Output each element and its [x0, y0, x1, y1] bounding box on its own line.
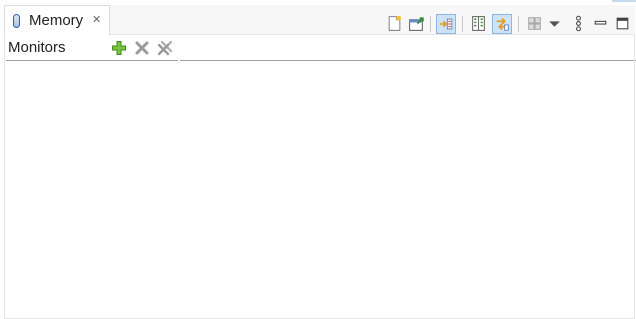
- renderings-pane-divider: [180, 60, 636, 61]
- toolbar-separator: [430, 16, 431, 32]
- view-border-left: [4, 35, 5, 319]
- view-menu-dropdown-icon[interactable]: [546, 15, 563, 32]
- pin-memory-icon[interactable]: [408, 15, 425, 32]
- monitors-pane-divider: [6, 60, 178, 61]
- tab-title: Memory: [29, 12, 84, 29]
- view-border-right: [634, 35, 635, 319]
- toolbar-separator: [518, 16, 519, 32]
- link-memory-panes-icon[interactable]: [436, 14, 456, 34]
- add-icon[interactable]: [111, 40, 127, 56]
- remove-all-icon[interactable]: [157, 40, 173, 56]
- memory-view: Memory ✕ Monitors: [0, 0, 636, 319]
- toggle-memory-monitors-icon[interactable]: [492, 14, 512, 34]
- maximize-icon[interactable]: [614, 15, 631, 32]
- monitors-label: Monitors: [8, 39, 66, 56]
- minimize-icon[interactable]: [592, 15, 609, 32]
- toggle-split-pane-icon[interactable]: [470, 15, 487, 32]
- more-options-icon[interactable]: [570, 15, 587, 32]
- memory-icon: [13, 14, 20, 28]
- toolbar-separator: [462, 16, 463, 32]
- tab-memory[interactable]: Memory ✕: [4, 5, 110, 35]
- window-accent: [612, 0, 636, 2]
- view-tab-bar: Memory ✕: [4, 5, 635, 35]
- remove-icon[interactable]: [134, 40, 150, 56]
- close-icon[interactable]: ✕: [92, 14, 101, 26]
- new-memory-view-icon[interactable]: [386, 15, 403, 32]
- layout-icon[interactable]: [526, 15, 543, 32]
